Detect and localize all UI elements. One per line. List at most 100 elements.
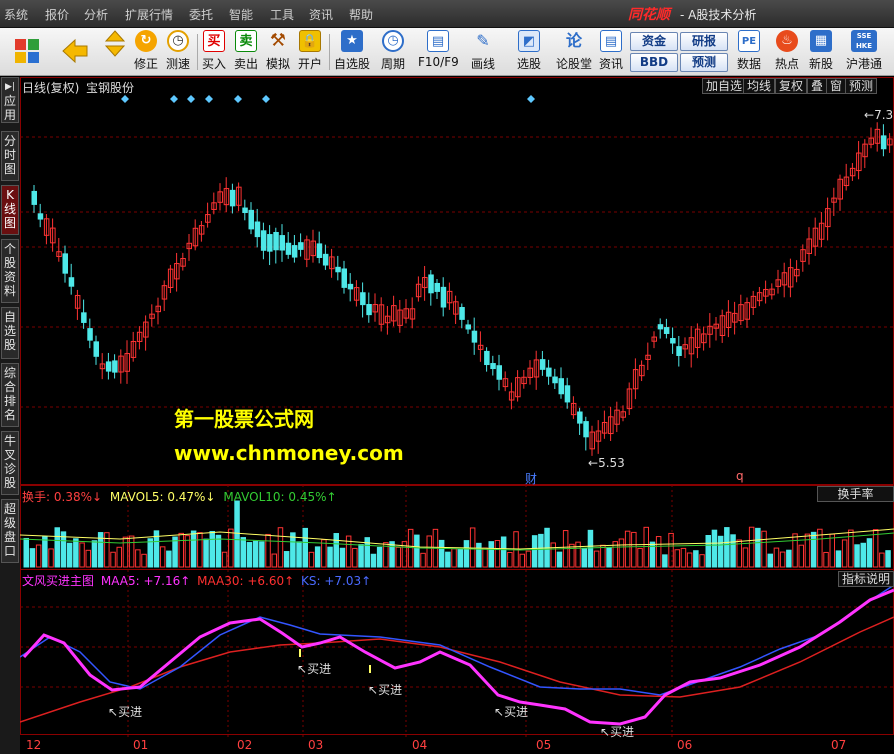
fund-button[interactable]: 资金 xyxy=(630,32,678,51)
volume-bar xyxy=(705,535,711,568)
stock-screen-label: 选股 xyxy=(516,57,541,71)
high-price-label: ←7.3 xyxy=(864,108,893,122)
volume-bar xyxy=(717,535,724,568)
side-tab-intraday[interactable]: 分时图 xyxy=(1,131,19,181)
speed-test-button[interactable]: ◷ 测速 xyxy=(163,30,193,74)
volume-bar xyxy=(761,530,767,568)
fix-button[interactable]: ↻ 修正 xyxy=(131,30,161,74)
overlay-button[interactable]: 叠 xyxy=(807,78,828,94)
volume-bar xyxy=(848,529,854,568)
volume-bar xyxy=(773,547,780,568)
data-button[interactable]: PE 数据 xyxy=(734,30,764,74)
simulate-label: 模拟 xyxy=(265,57,290,71)
side-tab-label: 个股资料 xyxy=(3,242,16,298)
side-tab-diagnose[interactable]: 牛叉诊股 xyxy=(1,431,19,495)
volume-bar xyxy=(885,550,891,568)
side-tab-profile[interactable]: 个股资料 xyxy=(1,239,19,303)
menu-news[interactable]: 资讯 xyxy=(309,6,333,23)
period-title: 日线(复权) xyxy=(22,81,80,95)
volume-bar xyxy=(190,530,197,568)
candle-body xyxy=(254,221,261,238)
candle-body xyxy=(366,304,372,316)
volume-bar xyxy=(662,554,668,568)
volume-bar xyxy=(519,553,525,568)
volume-bar xyxy=(823,551,829,568)
forecast-button[interactable]: 预测 xyxy=(680,53,728,72)
volume-bar xyxy=(550,542,556,568)
volume-bar xyxy=(85,549,91,568)
side-tab-label: 超级盘口 xyxy=(3,502,16,558)
bbd-button[interactable]: BBD xyxy=(630,53,678,72)
flame-icon: ♨ xyxy=(776,30,798,52)
side-tab-kline[interactable]: K线图 xyxy=(1,185,19,235)
buy-signal-label: ↖买进 xyxy=(297,660,331,677)
volume-bar xyxy=(581,548,587,568)
forecast-chart-button[interactable]: 预测 xyxy=(845,78,878,94)
volume-bar xyxy=(494,540,501,568)
volume-bar xyxy=(593,550,600,568)
candle-body xyxy=(279,235,285,251)
new-stock-button[interactable]: ▦ 新股 xyxy=(806,30,836,74)
f10-button[interactable]: ▤ F10/F9 xyxy=(418,30,459,74)
turnover-rate-button[interactable]: 换手率 xyxy=(817,486,894,502)
buy-button[interactable]: 买 买入 xyxy=(200,30,228,74)
side-tab-ranking[interactable]: 综合排名 xyxy=(1,363,19,427)
forum-button[interactable]: 论 论股堂 xyxy=(556,30,592,74)
menu-help[interactable]: 帮助 xyxy=(349,6,373,23)
hotspot-button[interactable]: ♨ 热点 xyxy=(772,30,802,74)
candle-body xyxy=(81,312,87,323)
add-watchlist-button[interactable]: 加自选 xyxy=(702,78,747,94)
volume-bar xyxy=(587,529,594,568)
volume-bar xyxy=(674,549,680,568)
open-account-button[interactable]: 🔒 开户 xyxy=(296,30,324,74)
x-tick: 02 xyxy=(237,738,253,752)
volume-bar xyxy=(203,538,209,568)
q-marker[interactable]: q xyxy=(736,469,744,483)
draw-line-label: 画线 xyxy=(470,57,495,71)
indicator-help-button[interactable]: 指标说明 xyxy=(838,571,894,587)
watchlist-button[interactable]: ★ 自选股 xyxy=(333,30,371,74)
menu-tools[interactable]: 工具 xyxy=(270,6,294,23)
stock-screen-button[interactable]: ◩ 选股 xyxy=(514,30,544,74)
adjust-button[interactable]: 复权 xyxy=(775,78,808,94)
toolbar: ↻ 修正 ◷ 测速 买 买入 卖 卖出 ⚒ 模拟 🔒 开户 ★ 自选股 ◷ 周期… xyxy=(0,28,894,76)
side-tab-orderbook[interactable]: 超级盘口 xyxy=(1,499,19,563)
research-button[interactable]: 研报 xyxy=(680,32,728,51)
candle-body xyxy=(484,350,490,366)
up-down-button[interactable] xyxy=(100,30,130,74)
volume-bar xyxy=(624,530,631,568)
side-tab-bar: ▶| 应用 分时图 K线图 个股资料 自选股 综合排名 牛叉诊股 超级盘口 xyxy=(0,77,20,754)
pe-icon: PE xyxy=(738,30,760,52)
grid-layout-button[interactable] xyxy=(12,30,42,74)
simulate-button[interactable]: ⚒ 模拟 xyxy=(264,30,292,74)
menu-extended[interactable]: 扩展行情 xyxy=(125,6,173,23)
candle-body xyxy=(260,230,267,251)
volume-bar xyxy=(370,553,377,568)
draw-line-button[interactable]: ✎ 画线 xyxy=(468,30,498,74)
menu-smart[interactable]: 智能 xyxy=(229,6,253,23)
menu-system[interactable]: 系统 xyxy=(4,6,28,23)
volume-bar xyxy=(23,537,29,568)
menu-trade[interactable]: 委托 xyxy=(189,6,213,23)
side-tab-apps[interactable]: ▶| 应用 xyxy=(1,77,19,123)
volume-bar xyxy=(841,539,848,568)
high-price-value: 7.3 xyxy=(874,108,894,122)
hk-connect-button[interactable]: SSE HKE 沪港通 xyxy=(842,30,886,74)
back-button[interactable] xyxy=(60,30,90,74)
candle-body xyxy=(471,330,478,343)
ma-button[interactable]: 均线 xyxy=(743,78,776,94)
period-button[interactable]: ◷ 周期 xyxy=(378,30,408,74)
finance-marker[interactable]: 财 xyxy=(525,470,537,487)
event-diamond-icon xyxy=(262,95,270,103)
window-button[interactable]: 窗 xyxy=(826,78,847,94)
menu-quote[interactable]: 报价 xyxy=(45,6,69,23)
news-button[interactable]: ▤ 资讯 xyxy=(596,30,626,74)
side-tab-watchlist[interactable]: 自选股 xyxy=(1,307,19,359)
volume-bar xyxy=(668,532,674,568)
sell-button[interactable]: 卖 卖出 xyxy=(232,30,260,74)
menu-analysis[interactable]: 分析 xyxy=(84,6,108,23)
document-icon: ▤ xyxy=(600,30,622,52)
volume-bar xyxy=(488,541,494,568)
ks-label: KS xyxy=(301,574,317,588)
buy-signal-label: ↖买进 xyxy=(600,723,634,740)
